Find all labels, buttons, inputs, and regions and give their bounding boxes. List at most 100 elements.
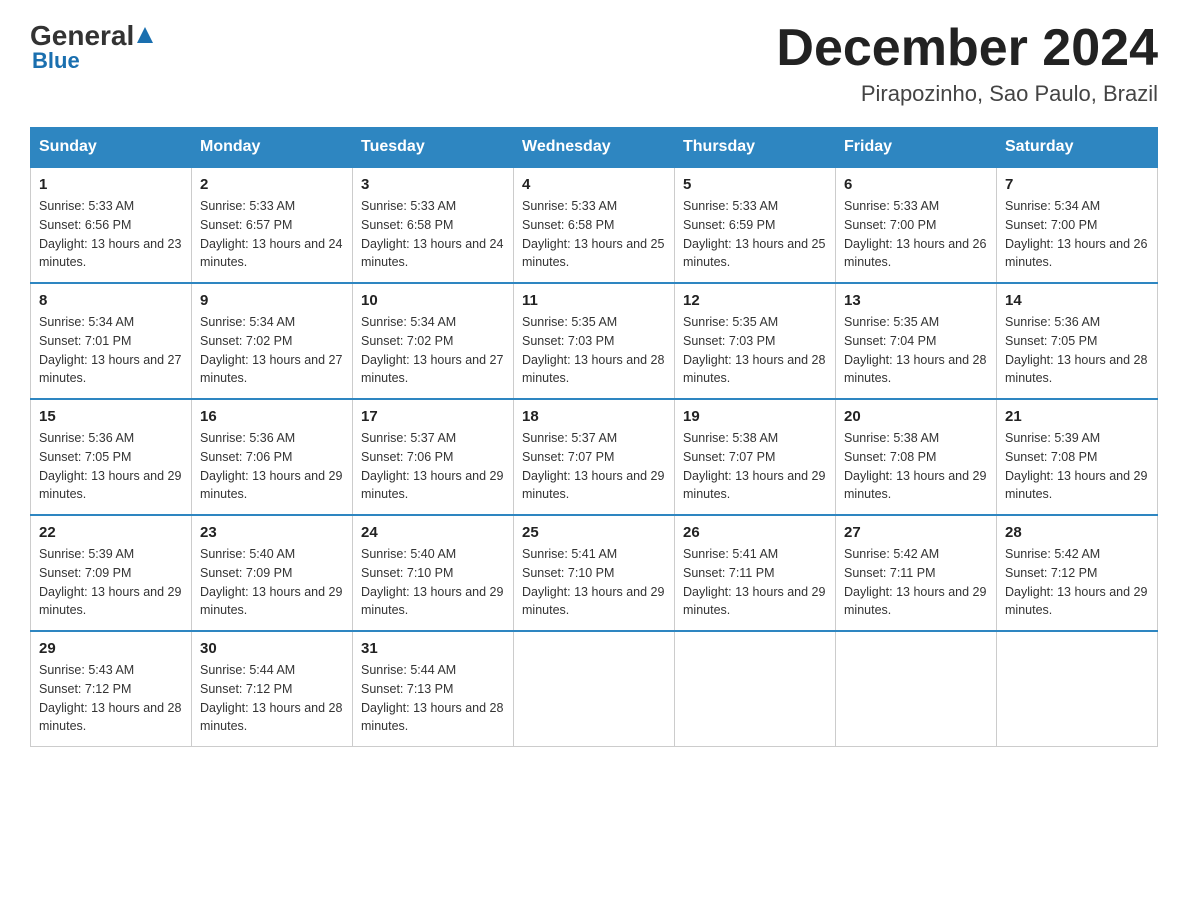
day-info: Sunrise: 5:42 AMSunset: 7:12 PMDaylight:… [1005, 547, 1147, 617]
day-info: Sunrise: 5:33 AMSunset: 6:58 PMDaylight:… [361, 199, 503, 269]
day-info: Sunrise: 5:40 AMSunset: 7:09 PMDaylight:… [200, 547, 342, 617]
week-row-1: 1 Sunrise: 5:33 AMSunset: 6:56 PMDayligh… [31, 167, 1158, 283]
day-number: 10 [361, 292, 505, 309]
day-number: 21 [1005, 408, 1149, 425]
day-number: 30 [200, 640, 344, 657]
day-info: Sunrise: 5:34 AMSunset: 7:02 PMDaylight:… [361, 315, 503, 385]
day-cell: 24 Sunrise: 5:40 AMSunset: 7:10 PMDaylig… [353, 515, 514, 631]
week-row-3: 15 Sunrise: 5:36 AMSunset: 7:05 PMDaylig… [31, 399, 1158, 515]
day-info: Sunrise: 5:43 AMSunset: 7:12 PMDaylight:… [39, 663, 181, 733]
day-number: 7 [1005, 176, 1149, 193]
day-number: 13 [844, 292, 988, 309]
day-number: 17 [361, 408, 505, 425]
day-info: Sunrise: 5:35 AMSunset: 7:03 PMDaylight:… [522, 315, 664, 385]
day-cell: 15 Sunrise: 5:36 AMSunset: 7:05 PMDaylig… [31, 399, 192, 515]
day-number: 14 [1005, 292, 1149, 309]
calendar-table: Sunday Monday Tuesday Wednesday Thursday… [30, 127, 1158, 747]
day-number: 8 [39, 292, 183, 309]
day-cell: 8 Sunrise: 5:34 AMSunset: 7:01 PMDayligh… [31, 283, 192, 399]
day-info: Sunrise: 5:39 AMSunset: 7:08 PMDaylight:… [1005, 431, 1147, 501]
header-sunday: Sunday [31, 128, 192, 168]
day-number: 28 [1005, 524, 1149, 541]
day-cell: 23 Sunrise: 5:40 AMSunset: 7:09 PMDaylig… [192, 515, 353, 631]
day-cell: 6 Sunrise: 5:33 AMSunset: 7:00 PMDayligh… [836, 167, 997, 283]
day-cell: 26 Sunrise: 5:41 AMSunset: 7:11 PMDaylig… [675, 515, 836, 631]
day-number: 11 [522, 292, 666, 309]
day-number: 23 [200, 524, 344, 541]
day-info: Sunrise: 5:34 AMSunset: 7:02 PMDaylight:… [200, 315, 342, 385]
day-number: 2 [200, 176, 344, 193]
day-number: 5 [683, 176, 827, 193]
day-number: 16 [200, 408, 344, 425]
day-info: Sunrise: 5:36 AMSunset: 7:05 PMDaylight:… [1005, 315, 1147, 385]
day-info: Sunrise: 5:42 AMSunset: 7:11 PMDaylight:… [844, 547, 986, 617]
title-area: December 2024 Pirapozinho, Sao Paulo, Br… [776, 20, 1158, 107]
day-info: Sunrise: 5:38 AMSunset: 7:08 PMDaylight:… [844, 431, 986, 501]
header-friday: Friday [836, 128, 997, 168]
header-thursday: Thursday [675, 128, 836, 168]
day-number: 25 [522, 524, 666, 541]
day-cell: 12 Sunrise: 5:35 AMSunset: 7:03 PMDaylig… [675, 283, 836, 399]
day-cell: 16 Sunrise: 5:36 AMSunset: 7:06 PMDaylig… [192, 399, 353, 515]
day-info: Sunrise: 5:36 AMSunset: 7:05 PMDaylight:… [39, 431, 181, 501]
day-number: 12 [683, 292, 827, 309]
day-info: Sunrise: 5:33 AMSunset: 6:59 PMDaylight:… [683, 199, 825, 269]
day-number: 19 [683, 408, 827, 425]
day-cell: 27 Sunrise: 5:42 AMSunset: 7:11 PMDaylig… [836, 515, 997, 631]
day-cell: 17 Sunrise: 5:37 AMSunset: 7:06 PMDaylig… [353, 399, 514, 515]
day-number: 24 [361, 524, 505, 541]
header-monday: Monday [192, 128, 353, 168]
header-row: Sunday Monday Tuesday Wednesday Thursday… [31, 128, 1158, 168]
day-number: 31 [361, 640, 505, 657]
header-wednesday: Wednesday [514, 128, 675, 168]
week-row-5: 29 Sunrise: 5:43 AMSunset: 7:12 PMDaylig… [31, 631, 1158, 747]
day-number: 3 [361, 176, 505, 193]
day-number: 29 [39, 640, 183, 657]
day-cell: 21 Sunrise: 5:39 AMSunset: 7:08 PMDaylig… [997, 399, 1158, 515]
day-number: 15 [39, 408, 183, 425]
day-cell: 14 Sunrise: 5:36 AMSunset: 7:05 PMDaylig… [997, 283, 1158, 399]
day-info: Sunrise: 5:33 AMSunset: 6:56 PMDaylight:… [39, 199, 181, 269]
day-info: Sunrise: 5:41 AMSunset: 7:10 PMDaylight:… [522, 547, 664, 617]
day-info: Sunrise: 5:34 AMSunset: 7:00 PMDaylight:… [1005, 199, 1147, 269]
day-number: 22 [39, 524, 183, 541]
day-info: Sunrise: 5:41 AMSunset: 7:11 PMDaylight:… [683, 547, 825, 617]
week-row-4: 22 Sunrise: 5:39 AMSunset: 7:09 PMDaylig… [31, 515, 1158, 631]
day-cell: 5 Sunrise: 5:33 AMSunset: 6:59 PMDayligh… [675, 167, 836, 283]
day-info: Sunrise: 5:37 AMSunset: 7:06 PMDaylight:… [361, 431, 503, 501]
day-cell [997, 631, 1158, 747]
day-info: Sunrise: 5:44 AMSunset: 7:12 PMDaylight:… [200, 663, 342, 733]
day-cell: 4 Sunrise: 5:33 AMSunset: 6:58 PMDayligh… [514, 167, 675, 283]
day-info: Sunrise: 5:35 AMSunset: 7:03 PMDaylight:… [683, 315, 825, 385]
day-info: Sunrise: 5:33 AMSunset: 6:58 PMDaylight:… [522, 199, 664, 269]
day-cell: 20 Sunrise: 5:38 AMSunset: 7:08 PMDaylig… [836, 399, 997, 515]
day-cell: 7 Sunrise: 5:34 AMSunset: 7:00 PMDayligh… [997, 167, 1158, 283]
day-info: Sunrise: 5:35 AMSunset: 7:04 PMDaylight:… [844, 315, 986, 385]
day-cell: 22 Sunrise: 5:39 AMSunset: 7:09 PMDaylig… [31, 515, 192, 631]
day-cell [514, 631, 675, 747]
day-cell: 29 Sunrise: 5:43 AMSunset: 7:12 PMDaylig… [31, 631, 192, 747]
day-number: 6 [844, 176, 988, 193]
day-cell: 10 Sunrise: 5:34 AMSunset: 7:02 PMDaylig… [353, 283, 514, 399]
day-info: Sunrise: 5:39 AMSunset: 7:09 PMDaylight:… [39, 547, 181, 617]
day-cell [675, 631, 836, 747]
day-cell: 11 Sunrise: 5:35 AMSunset: 7:03 PMDaylig… [514, 283, 675, 399]
day-cell [836, 631, 997, 747]
day-info: Sunrise: 5:33 AMSunset: 6:57 PMDaylight:… [200, 199, 342, 269]
day-cell: 31 Sunrise: 5:44 AMSunset: 7:13 PMDaylig… [353, 631, 514, 747]
logo: General Blue [30, 20, 156, 74]
day-info: Sunrise: 5:33 AMSunset: 7:00 PMDaylight:… [844, 199, 986, 269]
page-header: General Blue December 2024 Pirapozinho, … [30, 20, 1158, 107]
day-number: 18 [522, 408, 666, 425]
day-number: 4 [522, 176, 666, 193]
header-tuesday: Tuesday [353, 128, 514, 168]
header-saturday: Saturday [997, 128, 1158, 168]
day-number: 20 [844, 408, 988, 425]
day-info: Sunrise: 5:34 AMSunset: 7:01 PMDaylight:… [39, 315, 181, 385]
day-info: Sunrise: 5:37 AMSunset: 7:07 PMDaylight:… [522, 431, 664, 501]
logo-triangle-icon [135, 25, 155, 45]
day-cell: 19 Sunrise: 5:38 AMSunset: 7:07 PMDaylig… [675, 399, 836, 515]
day-cell: 25 Sunrise: 5:41 AMSunset: 7:10 PMDaylig… [514, 515, 675, 631]
day-cell: 1 Sunrise: 5:33 AMSunset: 6:56 PMDayligh… [31, 167, 192, 283]
location-title: Pirapozinho, Sao Paulo, Brazil [776, 81, 1158, 107]
